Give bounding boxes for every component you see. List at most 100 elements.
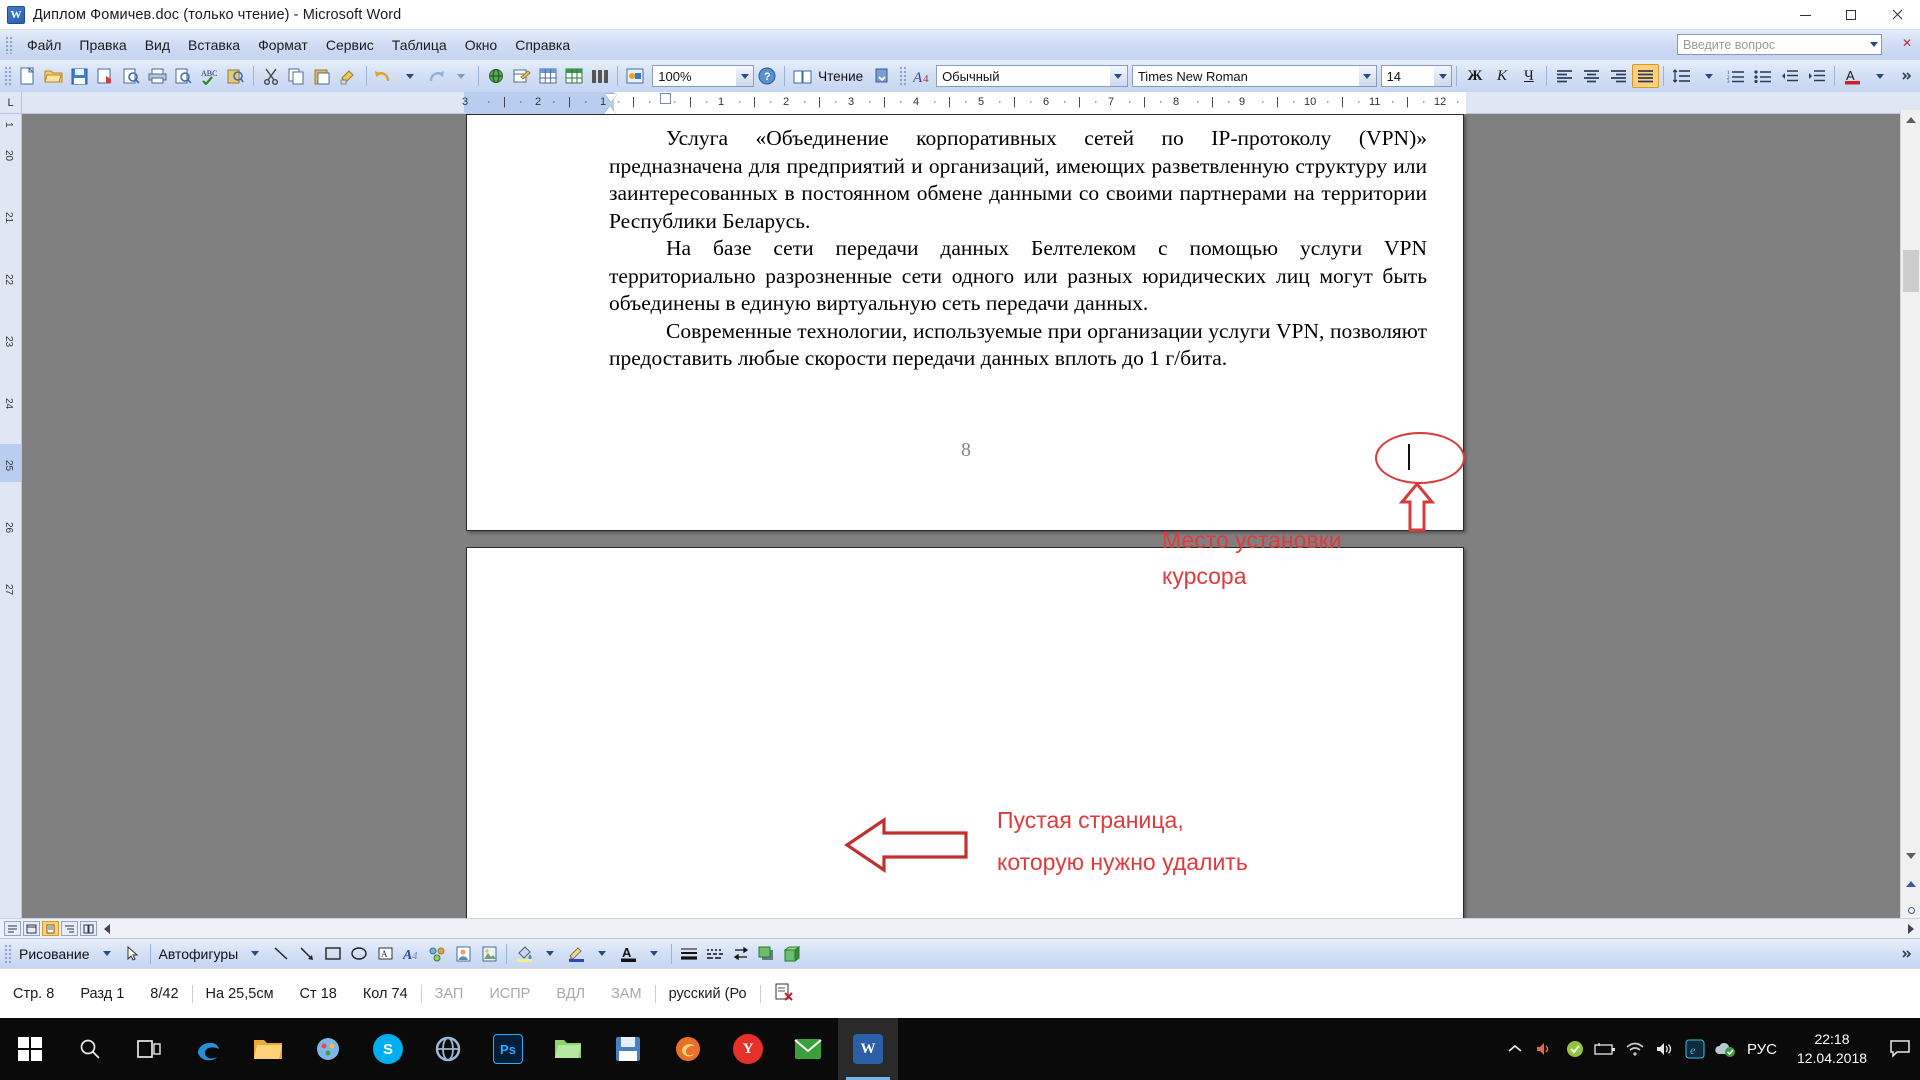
maximize-button[interactable] [1828, 0, 1874, 30]
italic-button[interactable]: К [1488, 64, 1515, 88]
font-size-dropdown-arrow[interactable] [1434, 66, 1452, 86]
line-icon[interactable] [268, 942, 294, 966]
tab-stop-marker[interactable] [660, 93, 671, 104]
scroll-left-button[interactable] [99, 921, 115, 936]
dash-style-icon[interactable] [702, 942, 728, 966]
insert-excel-sheet-icon[interactable] [561, 64, 587, 88]
horizontal-scrollbar-row[interactable] [0, 918, 1920, 938]
new-document-icon[interactable] [15, 64, 41, 88]
view-web[interactable] [23, 921, 40, 936]
taskbar-edge[interactable] [178, 1018, 238, 1080]
taskbar-yandex[interactable]: Y [718, 1018, 778, 1080]
taskbar-word[interactable]: W [838, 1018, 898, 1080]
scroll-up-button[interactable] [1901, 110, 1920, 130]
spellcheck-icon[interactable]: ABC [197, 64, 223, 88]
fill-color-dropdown-icon[interactable] [537, 942, 563, 966]
font-dropdown-arrow[interactable] [1358, 66, 1376, 86]
menu-view[interactable]: Вид [136, 34, 179, 56]
drawing-toolbar-grip[interactable] [4, 943, 12, 964]
status-track-changes[interactable]: ИСПР [476, 986, 543, 1002]
research-icon[interactable] [223, 64, 249, 88]
bulleted-list-icon[interactable] [1749, 64, 1776, 88]
align-justify-icon[interactable] [1632, 64, 1660, 88]
line-color-icon[interactable] [563, 942, 589, 966]
zoom-dropdown-arrow[interactable] [736, 66, 754, 86]
print-icon[interactable] [145, 64, 171, 88]
taskbar-photoshop[interactable]: Ps [478, 1018, 538, 1080]
onedrive-icon[interactable] [1710, 1018, 1740, 1080]
font-color-dropdown-icon[interactable] [641, 942, 667, 966]
vertical-ruler[interactable]: 1 20 21 22 23 24 25 26 27 [0, 114, 22, 950]
style-dropdown-arrow[interactable] [1109, 66, 1127, 86]
vertical-scrollbar[interactable] [1900, 110, 1920, 950]
undo-dropdown-icon[interactable] [397, 64, 423, 88]
rectangle-icon[interactable] [320, 942, 346, 966]
hyperlink-icon[interactable] [483, 64, 509, 88]
toolbar-options-icon[interactable] [869, 64, 895, 88]
oval-icon[interactable] [346, 942, 372, 966]
horizontal-ruler[interactable]: 3 · | · 2 · | · 1 · | · · | · 1 · | · 2 · | · 3 · | · … [0, 92, 1920, 114]
view-outline[interactable] [61, 921, 78, 936]
taskbar-paint[interactable] [298, 1018, 358, 1080]
line-style-icon[interactable] [676, 942, 702, 966]
line-spacing-dropdown-icon[interactable] [1695, 64, 1722, 88]
ask-a-question-input[interactable]: Введите вопрос [1677, 34, 1882, 55]
text-box-icon[interactable]: A [372, 942, 398, 966]
numbered-list-icon[interactable]: 123 [1722, 64, 1749, 88]
3d-style-icon[interactable] [780, 942, 806, 966]
speaker-icon[interactable] [1650, 1018, 1680, 1080]
clock[interactable]: 22:18 12.04.2018 [1784, 1030, 1880, 1068]
redo-dropdown-icon[interactable] [448, 64, 474, 88]
spelling-status-icon[interactable] [761, 982, 807, 1006]
select-objects-icon[interactable] [120, 942, 146, 966]
wordart-icon[interactable]: A4 [398, 942, 424, 966]
line-spacing-icon[interactable] [1668, 64, 1695, 88]
zoom-combo[interactable]: 100% [652, 65, 755, 87]
view-reading[interactable] [80, 921, 97, 936]
select-browse-object-button[interactable] [1901, 900, 1920, 920]
taskbar-mail[interactable] [778, 1018, 838, 1080]
taskbar-explorer[interactable] [238, 1018, 298, 1080]
style-combo[interactable]: Обычный [936, 65, 1128, 87]
taskbar-firefox[interactable] [658, 1018, 718, 1080]
underline-button[interactable]: Ч [1515, 64, 1542, 88]
align-right-icon[interactable] [1605, 64, 1632, 88]
task-view-icon[interactable] [120, 1018, 178, 1080]
increase-indent-icon[interactable] [1803, 64, 1830, 88]
menu-help[interactable]: Справка [506, 34, 579, 56]
decrease-indent-icon[interactable] [1776, 64, 1803, 88]
columns-icon[interactable] [587, 64, 613, 88]
menu-grip-handle[interactable] [5, 36, 14, 54]
vertical-scroll-thumb[interactable] [1903, 250, 1919, 292]
document-workspace[interactable]: Услуга «Объединение корпоративных сетей … [22, 114, 1900, 950]
open-folder-icon[interactable] [41, 64, 67, 88]
status-language[interactable]: русский (Ро [656, 986, 760, 1002]
arrow-icon[interactable] [294, 942, 320, 966]
menu-file[interactable]: Файл [18, 34, 70, 56]
font-color-dropdown-icon[interactable] [1866, 64, 1893, 88]
menu-insert[interactable]: Вставка [179, 34, 249, 56]
line-color-dropdown-icon[interactable] [589, 942, 615, 966]
volume-mute-icon[interactable] [1530, 1018, 1560, 1080]
bold-button[interactable]: Ж [1461, 64, 1488, 88]
search-icon[interactable] [119, 64, 145, 88]
document-page-9-empty[interactable] [466, 547, 1464, 950]
clipart-icon[interactable] [450, 942, 476, 966]
fill-color-icon[interactable] [511, 942, 537, 966]
drawing-menu-button[interactable]: Рисование [15, 946, 94, 962]
font-color-icon[interactable]: A [615, 942, 641, 966]
taskbar-browser[interactable] [418, 1018, 478, 1080]
security-icon[interactable] [1560, 1018, 1590, 1080]
align-center-icon[interactable] [1578, 64, 1605, 88]
close-button[interactable] [1874, 0, 1920, 30]
insert-table-icon[interactable] [535, 64, 561, 88]
menu-tools[interactable]: Сервис [317, 34, 383, 56]
styles-icon[interactable]: A4 [910, 64, 936, 88]
paste-icon[interactable] [310, 64, 336, 88]
formatting-toolbar-grip[interactable] [899, 66, 908, 86]
reading-layout-icon[interactable] [789, 64, 815, 88]
email-icon[interactable] [93, 64, 119, 88]
font-combo[interactable]: Times New Roman [1131, 65, 1377, 87]
taskbar-explorer2[interactable] [538, 1018, 598, 1080]
view-normal[interactable] [4, 921, 21, 936]
